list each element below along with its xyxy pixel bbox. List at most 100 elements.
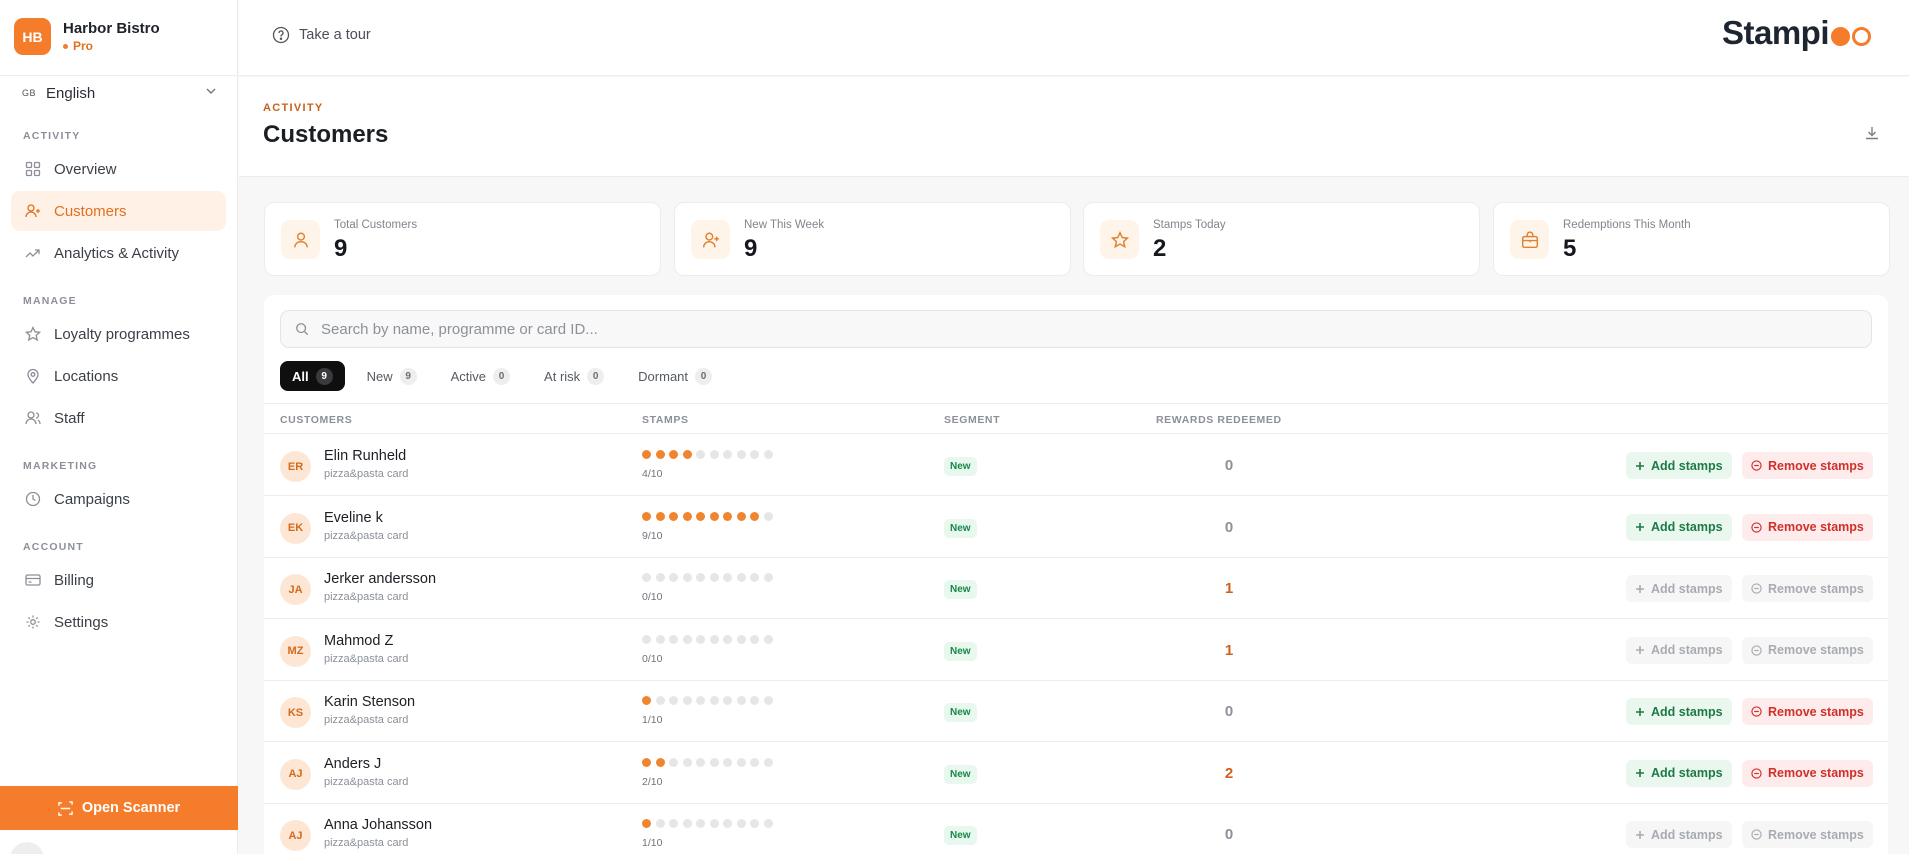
clock-icon [24, 490, 42, 508]
sidebar-item-loyalty[interactable]: Loyalty programmes [11, 314, 226, 354]
filter-at-risk[interactable]: At risk 0 [532, 361, 616, 391]
remove-stamps-button[interactable]: Remove stamps [1742, 698, 1873, 725]
language-select[interactable]: GB English [22, 84, 218, 102]
stamp-count: 1/10 [642, 837, 663, 849]
table-row[interactable]: MZ Mahmod Z pizza&pasta card 0/10 New 1 Add st… [264, 620, 1888, 681]
table-row[interactable]: EK Eveline k pizza&pasta card 9/10 New 0 Add s… [264, 497, 1888, 558]
take-a-tour-button[interactable]: Take a tour [272, 26, 371, 44]
add-stamps-button[interactable]: Add stamps [1626, 759, 1732, 787]
sidebar-item-campaigns[interactable]: Campaigns [11, 479, 226, 519]
filter-all[interactable]: All 9 [280, 361, 345, 391]
segment-filters: All 9 New 9 Active 0 At risk 0 Dormant 0 [280, 361, 734, 391]
stamp-dot [696, 511, 705, 521]
table-row[interactable]: ER Elin Runheld pizza&pasta card 4/10 New 0 Ad… [264, 435, 1888, 496]
plus-icon [1636, 461, 1644, 470]
stamp-dot [642, 511, 651, 521]
add-stamps-button[interactable]: Add stamps [1626, 636, 1732, 664]
stamp-dot [655, 696, 665, 705]
stamp-dot [736, 511, 746, 521]
remove-stamps-label: Remove stamps [1768, 581, 1864, 596]
filter-new[interactable]: New 9 [355, 361, 429, 391]
table-row[interactable]: JA Jerker andersson pizza&pasta card 0/10 Ne… [264, 558, 1888, 619]
stamp-progress [642, 450, 777, 459]
customer-name[interactable]: Karin Stenson [324, 694, 415, 710]
customer-avatar: EK [280, 512, 311, 544]
sidebar-item-staff[interactable]: Staff [11, 398, 226, 438]
customer-name[interactable]: Elin Runheld [324, 448, 406, 464]
sidebar-item-settings[interactable]: Settings [11, 602, 226, 642]
add-stamps-button[interactable]: Add stamps [1626, 698, 1732, 725]
add-stamps-button[interactable]: Add stamps [1626, 575, 1732, 602]
customer-name[interactable]: Eveline k [324, 510, 383, 526]
sidebar-item-label: Settings [54, 613, 109, 631]
plan-badge: Pro [63, 39, 160, 53]
download-icon[interactable] [1864, 125, 1880, 146]
table-row[interactable]: AJ Anders J pizza&pasta card 2/10 New 2 Add st… [264, 743, 1888, 804]
sidebar-item-analytics[interactable]: Analytics & Activity [11, 233, 226, 273]
rewards-redeemed: 0 [1224, 518, 1234, 536]
filter-label: Active [450, 368, 487, 384]
minus-circle-icon [1751, 767, 1762, 779]
sidebar-item-customers[interactable]: Customers [11, 191, 226, 231]
customer-name[interactable]: Mahmod Z [324, 633, 393, 649]
stamp-dot [669, 634, 678, 644]
search-input[interactable] [321, 320, 1821, 338]
section-label-marketing: MARKETING [23, 460, 98, 472]
filter-count: 0 [695, 367, 713, 385]
open-scanner-button[interactable]: Open Scanner [0, 786, 238, 830]
stamp-dot [669, 573, 678, 582]
remove-stamps-button[interactable]: Remove stamps [1742, 821, 1873, 848]
stat-label: New This Week [744, 219, 825, 231]
add-stamps-button[interactable]: Add stamps [1626, 821, 1732, 848]
plus-icon [1636, 830, 1644, 839]
stat-value: 9 [744, 235, 758, 262]
stamp-dot [669, 757, 678, 767]
column-header-segment: SEGMENT [944, 414, 1001, 426]
stamp-dot [736, 819, 746, 828]
remove-stamps-button[interactable]: Remove stamps [1742, 513, 1873, 541]
sidebar-item-locations[interactable]: Locations [11, 356, 226, 396]
customer-name[interactable]: Anders J [324, 756, 381, 772]
section-label-account: ACCOUNT [23, 541, 84, 553]
stamp-dot [682, 819, 692, 828]
table-row[interactable]: AJ Anna Johansson pizza&pasta card 1/10 New 0… [264, 804, 1888, 854]
filter-active[interactable]: Active 0 [439, 361, 522, 391]
plus-icon [1636, 707, 1644, 716]
customer-programme: pizza&pasta card [324, 591, 409, 603]
stamp-dot [642, 757, 651, 767]
user-avatar[interactable] [10, 842, 44, 854]
remove-stamps-button[interactable]: Remove stamps [1742, 759, 1873, 787]
brand[interactable]: HB Harbor Bistro Pro [14, 18, 160, 55]
customer-programme: pizza&pasta card [324, 652, 409, 665]
grid-icon [24, 160, 42, 178]
gift-icon [1510, 220, 1549, 259]
add-stamps-button[interactable]: Add stamps [1626, 513, 1732, 541]
brand-avatar: HB [14, 18, 51, 55]
filter-label: New [366, 368, 393, 384]
table-row[interactable]: KS Karin Stenson pizza&pasta card 1/10 New 0 A… [264, 681, 1888, 742]
minus-circle-icon [1751, 706, 1762, 717]
stamp-dot [709, 634, 719, 644]
customer-name[interactable]: Anna Johansson [324, 817, 432, 833]
stamp-dot [750, 819, 759, 828]
sidebar-item-label: Loyalty programmes [54, 325, 190, 343]
remove-stamps-button[interactable]: Remove stamps [1742, 636, 1873, 664]
segment-badge: New [944, 703, 977, 722]
filter-count: 9 [399, 367, 417, 385]
filter-dormant[interactable]: Dormant 0 [626, 361, 724, 391]
stamp-dot [696, 757, 705, 767]
stamp-dot [723, 450, 732, 459]
customer-name[interactable]: Jerker andersson [324, 571, 436, 587]
stamp-dot [763, 450, 773, 459]
remove-stamps-button[interactable]: Remove stamps [1742, 452, 1873, 479]
add-stamps-label: Add stamps [1651, 520, 1723, 534]
stamp-dot [642, 450, 651, 459]
remove-stamps-button[interactable]: Remove stamps [1742, 575, 1873, 602]
search-box[interactable] [280, 310, 1872, 348]
add-stamps-button[interactable]: Add stamps [1626, 452, 1732, 479]
stamp-dot [723, 573, 732, 582]
sidebar-item-billing[interactable]: Billing [11, 560, 226, 600]
add-stamps-label: Add stamps [1651, 766, 1723, 780]
stamp-dot [763, 511, 773, 521]
sidebar-item-overview[interactable]: Overview [11, 149, 226, 189]
